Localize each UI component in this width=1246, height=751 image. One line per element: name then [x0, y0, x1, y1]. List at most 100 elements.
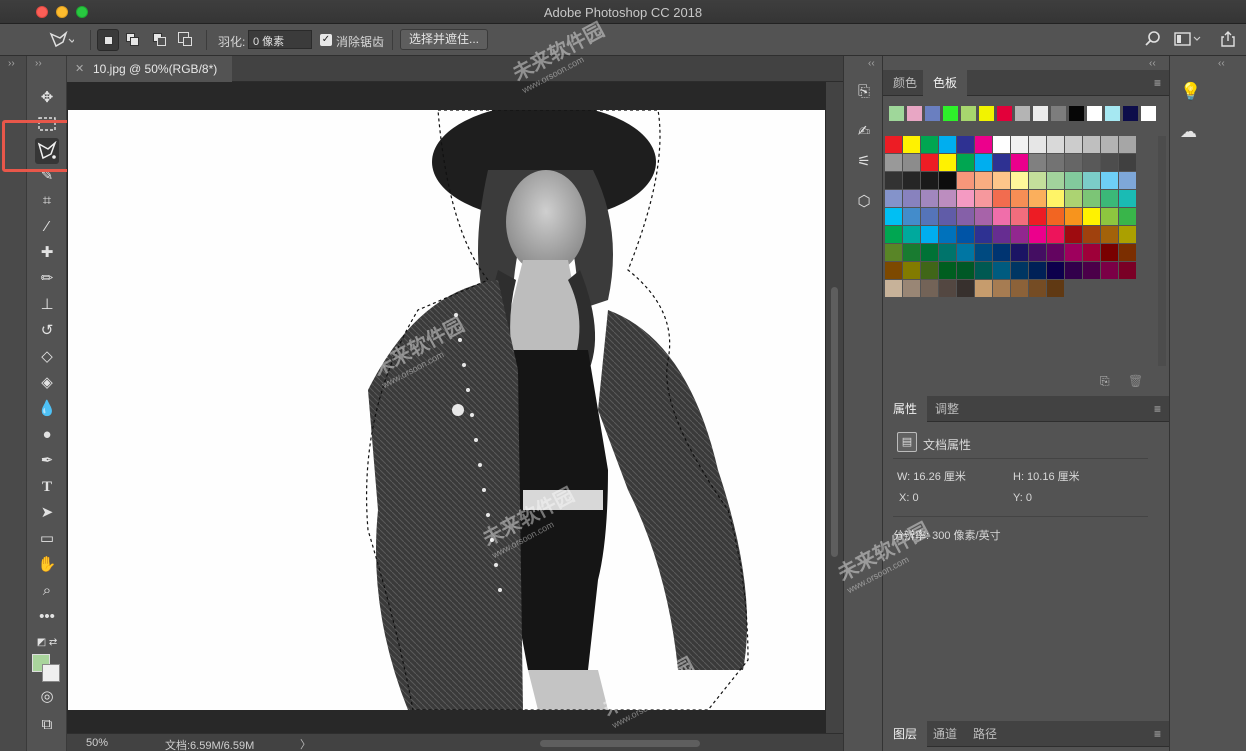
eyedropper-tool-icon[interactable]: ⁄: [35, 216, 59, 238]
toolbar-grip-icon[interactable]: ››: [35, 58, 42, 69]
color-swatch[interactable]: [957, 226, 974, 243]
color-swatch[interactable]: [1083, 172, 1100, 189]
color-swatch[interactable]: [921, 244, 938, 261]
panels-collapse-icon[interactable]: ‹‹: [1149, 58, 1156, 69]
color-swatch[interactable]: [939, 136, 956, 153]
color-swatch[interactable]: [885, 136, 902, 153]
color-swatch[interactable]: [1083, 136, 1100, 153]
tab-adjustments[interactable]: 调整: [925, 396, 969, 422]
recent-swatch[interactable]: [997, 106, 1012, 121]
recent-swatch[interactable]: [1105, 106, 1120, 121]
color-swatch[interactable]: [975, 154, 992, 171]
recent-swatch[interactable]: [1069, 106, 1084, 121]
color-swatch[interactable]: [1119, 244, 1136, 261]
recent-swatch[interactable]: [1051, 106, 1066, 121]
color-swatch[interactable]: [939, 190, 956, 207]
canvas-area[interactable]: [67, 82, 843, 733]
recent-swatch[interactable]: [1087, 106, 1102, 121]
color-swatch[interactable]: [1047, 262, 1064, 279]
doc-y[interactable]: Y: 0: [1013, 492, 1032, 504]
eraser-tool-icon[interactable]: ◇: [35, 346, 59, 368]
expand-panel-icon[interactable]: ››: [8, 58, 15, 69]
color-swatch[interactable]: [975, 208, 992, 225]
hand-tool-icon[interactable]: ✋: [35, 554, 59, 576]
color-swatch[interactable]: [921, 190, 938, 207]
color-swatch[interactable]: [993, 136, 1010, 153]
color-swatch[interactable]: [885, 262, 902, 279]
color-swatch[interactable]: [1083, 208, 1100, 225]
status-menu-arrow-icon[interactable]: 〉: [300, 736, 311, 751]
color-swatch[interactable]: [1047, 208, 1064, 225]
color-swatch[interactable]: [885, 172, 902, 189]
clone-stamp-tool-icon[interactable]: ⊥: [35, 294, 59, 316]
more-tools-icon[interactable]: •••: [35, 606, 59, 628]
color-swatch[interactable]: [1029, 208, 1046, 225]
color-swatch[interactable]: [1065, 190, 1082, 207]
color-swatch[interactable]: [993, 172, 1010, 189]
color-swatch[interactable]: [921, 226, 938, 243]
recent-swatch[interactable]: [925, 106, 940, 121]
color-swatch[interactable]: [903, 244, 920, 261]
color-swatch[interactable]: [975, 244, 992, 261]
tab-layers[interactable]: 图层: [883, 721, 928, 747]
color-swatch[interactable]: [921, 208, 938, 225]
doc-resolution[interactable]: 分辨率: 300 像素/英寸: [893, 527, 1001, 543]
color-swatch[interactable]: [885, 208, 902, 225]
color-swatch[interactable]: [885, 154, 902, 171]
color-swatch[interactable]: [1047, 226, 1064, 243]
canvas-vertical-scrollbar[interactable]: [826, 82, 843, 733]
recent-swatch[interactable]: [943, 106, 958, 121]
creative-cloud-libraries-icon[interactable]: ☁: [1180, 122, 1197, 142]
history-brush-tool-icon[interactable]: ↺: [35, 320, 59, 342]
color-swatch[interactable]: [1065, 136, 1082, 153]
far-dock-collapse-icon[interactable]: ‹‹: [1218, 58, 1225, 69]
color-swatch[interactable]: [1011, 280, 1028, 297]
color-swatch[interactable]: [1029, 244, 1046, 261]
color-swatch[interactable]: [885, 226, 902, 243]
color-swatch[interactable]: [975, 262, 992, 279]
color-swatch[interactable]: [939, 172, 956, 189]
color-swatch[interactable]: [903, 208, 920, 225]
color-swatch[interactable]: [903, 172, 920, 189]
color-swatch[interactable]: [1011, 262, 1028, 279]
color-swatch[interactable]: [1101, 208, 1118, 225]
color-swatch[interactable]: [993, 190, 1010, 207]
color-swatch[interactable]: [993, 262, 1010, 279]
color-swatch[interactable]: [1029, 280, 1046, 297]
color-swatch[interactable]: [1119, 136, 1136, 153]
color-swatch[interactable]: [1083, 262, 1100, 279]
color-swatch[interactable]: [1101, 244, 1118, 261]
color-swatch[interactable]: [939, 226, 956, 243]
recent-swatch[interactable]: [889, 106, 904, 121]
color-swatch[interactable]: [1029, 154, 1046, 171]
tab-color[interactable]: 颜色: [883, 70, 927, 96]
color-swatch[interactable]: [1065, 226, 1082, 243]
add-to-selection-button[interactable]: [122, 29, 144, 51]
rectangle-tool-icon[interactable]: ▭: [35, 528, 59, 550]
learn-lightbulb-icon[interactable]: 💡: [1180, 82, 1201, 102]
magnetic-lasso-preset-icon[interactable]: [48, 30, 76, 53]
color-swatch[interactable]: [921, 136, 938, 153]
color-swatch[interactable]: [1047, 136, 1064, 153]
color-swatch[interactable]: [885, 280, 902, 297]
zoom-level[interactable]: 50%: [86, 737, 108, 749]
color-swatch[interactable]: [975, 136, 992, 153]
color-swatch[interactable]: [1047, 190, 1064, 207]
dodge-tool-icon[interactable]: ●: [35, 424, 59, 446]
tab-swatches[interactable]: 色板: [923, 70, 968, 96]
color-swatch[interactable]: [939, 154, 956, 171]
color-swatch[interactable]: [1119, 154, 1136, 171]
color-swatch[interactable]: [1065, 154, 1082, 171]
color-swatch[interactable]: [1083, 226, 1100, 243]
color-swatch[interactable]: [921, 262, 938, 279]
color-swatch[interactable]: [939, 244, 956, 261]
color-swatch[interactable]: [993, 154, 1010, 171]
color-swatch[interactable]: [1065, 172, 1082, 189]
color-swatch[interactable]: [1119, 190, 1136, 207]
color-swatch[interactable]: [1047, 280, 1064, 297]
panel-menu-icon[interactable]: ≡: [1154, 727, 1161, 741]
quick-mask-icon[interactable]: ◎: [35, 686, 59, 708]
recent-swatch[interactable]: [1015, 106, 1030, 121]
color-swatch[interactable]: [957, 244, 974, 261]
recent-swatch[interactable]: [1141, 106, 1156, 121]
